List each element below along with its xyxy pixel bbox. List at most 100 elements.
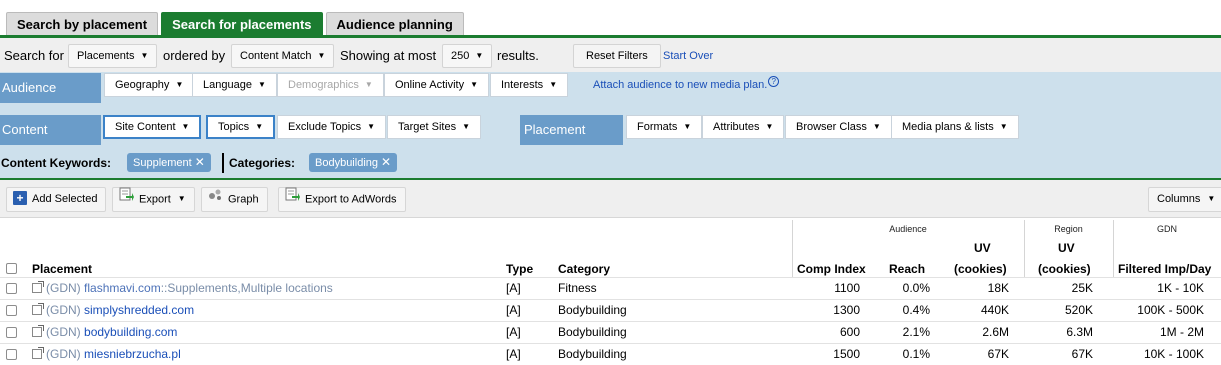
button-label: Add Selected — [32, 193, 98, 205]
region-group-header: Region — [1054, 224, 1083, 234]
chip-label: Supplement — [133, 157, 192, 169]
chevron-down-icon: ▼ — [470, 80, 479, 89]
filtered-imp-day-column-header[interactable]: Filtered Imp/Day — [1118, 262, 1211, 276]
uv-region-cell: 25K — [1071, 281, 1093, 295]
placement-link[interactable]: flashmavi.com::Supplements,Multiple loca… — [84, 281, 333, 295]
uv-audience-cell: 440K — [980, 303, 1009, 317]
chevron-down-icon: ▼ — [257, 80, 266, 89]
exclude-topics-filter[interactable]: Exclude Topics ▼ — [277, 115, 387, 139]
tab-search-by-placement[interactable]: Search by placement — [6, 12, 159, 36]
chevron-down-icon: ▼ — [364, 80, 373, 89]
search-for-dropdown[interactable]: Placements ▼ — [68, 44, 158, 68]
result-count-dropdown[interactable]: 250 ▼ — [442, 44, 493, 68]
help-icon[interactable]: ? — [768, 76, 780, 87]
type-cell: [A] — [506, 281, 521, 295]
placement-cell: (GDN) flashmavi.com::Supplements,Multipl… — [32, 281, 333, 295]
online-activity-filter[interactable]: Online Activity ▼ — [384, 73, 490, 97]
columns-button[interactable]: Columns ▼ — [1148, 187, 1221, 212]
attach-audience-link[interactable]: Attach audience to new media plan. — [593, 79, 767, 91]
export-to-adwords-button[interactable]: Export to AdWords — [278, 187, 406, 212]
comp-index-column-header[interactable]: Comp Index — [797, 262, 866, 276]
uv-region-column-header[interactable]: UV — [1058, 241, 1075, 255]
remove-icon[interactable]: ✕ — [381, 155, 391, 169]
category-cell: Bodybuilding — [558, 325, 627, 339]
external-link-icon[interactable] — [32, 325, 44, 337]
remove-icon[interactable]: ✕ — [195, 155, 205, 169]
filter-label: Language — [203, 79, 252, 91]
start-over-link[interactable]: Start Over — [663, 50, 713, 62]
attributes-filter[interactable]: Attributes ▼ — [702, 115, 785, 139]
reach-column-header[interactable]: Reach — [889, 262, 925, 276]
keyword-chip[interactable]: Supplement ✕ — [127, 153, 211, 172]
placement-link[interactable]: miesniebrzucha.pl — [84, 347, 181, 361]
network-prefix: (GDN) — [46, 281, 81, 295]
comp-index-cell: 1300 — [833, 303, 860, 317]
chevron-down-icon: ▼ — [765, 122, 774, 131]
browser-class-filter[interactable]: Browser Class ▼ — [785, 115, 892, 139]
export-icon — [119, 187, 134, 210]
results-label: results. — [497, 48, 539, 63]
export-button[interactable]: Export ▼ — [112, 187, 195, 212]
placement-link[interactable]: bodybuilding.com — [84, 325, 177, 339]
audience-section-label: Audience — [0, 73, 101, 103]
target-sites-filter[interactable]: Target Sites ▼ — [387, 115, 482, 139]
uv-audience-column-header[interactable]: UV — [974, 241, 991, 255]
ordered-by-dropdown[interactable]: Content Match ▼ — [231, 44, 335, 68]
results-toolbar: + Add Selected Export ▼ Graph Export to Ad… — [0, 180, 1221, 218]
placement-section-label: Placement — [520, 115, 623, 145]
reset-filters-button[interactable]: Reset Filters — [573, 44, 661, 68]
interests-filter[interactable]: Interests ▼ — [490, 73, 569, 97]
chevron-down-icon: ▼ — [317, 51, 326, 60]
external-link-icon[interactable] — [32, 303, 44, 315]
network-prefix: (GDN) — [46, 325, 81, 339]
filter-label: Media plans & lists — [902, 121, 994, 133]
external-link-icon[interactable] — [32, 281, 44, 293]
comp-index-cell: 1100 — [834, 281, 860, 295]
uv-audience-cell: 2.6M — [982, 325, 1009, 339]
demographics-filter[interactable]: Demographics ▼ — [277, 73, 384, 97]
chevron-down-icon: ▼ — [140, 51, 149, 60]
add-selected-button[interactable]: + Add Selected — [6, 187, 107, 212]
export-icon — [285, 187, 300, 210]
graph-button[interactable]: Graph — [201, 187, 268, 212]
row-checkbox[interactable] — [6, 305, 17, 316]
select-all-checkbox[interactable] — [6, 263, 17, 274]
row-checkbox[interactable] — [6, 283, 17, 294]
uv-audience-cell: 67K — [987, 347, 1009, 361]
topics-filter[interactable]: Topics ▼ — [206, 115, 276, 139]
tab-search-for-placements[interactable]: Search for placements — [161, 12, 323, 36]
uv-region-cookies-label: (cookies) — [1038, 262, 1091, 276]
media-plans-lists-filter[interactable]: Media plans & lists ▼ — [891, 115, 1019, 139]
placement-link[interactable]: simplyshredded.com — [84, 303, 194, 317]
row-checkbox[interactable] — [6, 327, 17, 338]
filter-label: Browser Class — [796, 121, 867, 133]
uv-region-cell: 6.3M — [1066, 325, 1093, 339]
chevron-down-icon: ▼ — [1207, 194, 1216, 203]
tab-audience-planning[interactable]: Audience planning — [325, 12, 464, 36]
filter-label: Geography — [115, 79, 170, 91]
filter-label: Formats — [637, 121, 678, 133]
category-cell: Bodybuilding — [558, 303, 627, 317]
search-settings-bar: Search for Placements ▼ ordered by Conten… — [0, 38, 1221, 72]
uv-audience-cell: 18K — [987, 281, 1009, 295]
filtered-imp-day-cell: 1K - 10K — [1157, 281, 1204, 295]
button-label: Graph — [228, 193, 259, 206]
placement-site: flashmavi.com — [84, 281, 161, 295]
formats-filter[interactable]: Formats ▼ — [626, 115, 703, 139]
geography-filter[interactable]: Geography ▼ — [104, 73, 195, 97]
category-chip[interactable]: Bodybuilding ✕ — [309, 153, 398, 172]
graph-icon — [208, 187, 223, 210]
filtered-imp-day-cell: 100K - 500K — [1137, 303, 1204, 317]
button-label: Export to AdWords — [305, 193, 397, 206]
row-checkbox[interactable] — [6, 349, 17, 360]
site-content-filter[interactable]: Site Content ▼ — [103, 115, 202, 139]
category-column-header[interactable]: Category — [558, 262, 610, 276]
chevron-down-icon: ▼ — [367, 122, 376, 131]
placement-column-header[interactable]: Placement — [32, 262, 92, 276]
language-filter[interactable]: Language ▼ — [192, 73, 277, 97]
search-for-value: Placements — [77, 50, 135, 62]
filter-label: Online Activity — [395, 79, 465, 91]
external-link-icon[interactable] — [32, 347, 44, 359]
type-column-header[interactable]: Type — [506, 262, 533, 276]
cut-off-summary-strip — [790, 0, 1221, 5]
